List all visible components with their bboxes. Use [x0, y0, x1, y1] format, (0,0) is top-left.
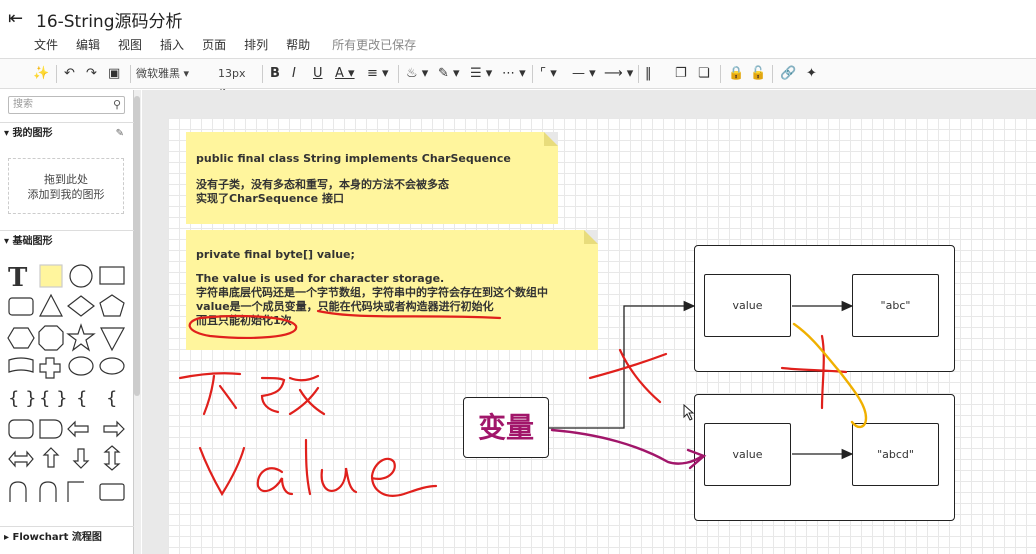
fill-color-icon[interactable]: ♨ ▾ — [406, 65, 428, 83]
search-icon[interactable]: ⚲ — [113, 97, 121, 113]
bold-icon[interactable]: B — [270, 65, 280, 83]
note-text: value是一个成员变量，只能在代码块或者构造器进行初始化 — [196, 300, 494, 313]
menu-edit[interactable]: 编辑 — [76, 36, 100, 53]
document-title[interactable]: 16-String源码分析 — [36, 7, 183, 32]
font-select[interactable]: 微软雅黑 ▾ — [136, 64, 206, 84]
svg-text:{: { — [106, 388, 117, 409]
bring-front-icon[interactable]: ❐ — [675, 65, 687, 83]
menu-view[interactable]: 视图 — [118, 36, 142, 53]
font-size-select[interactable]: 13px ⇵ — [218, 64, 258, 100]
sticky-note-class[interactable]: public final class String implements Cha… — [186, 132, 558, 224]
note-text: 实现了CharSequence 接口 — [196, 192, 344, 205]
svg-text:{ }: { } — [39, 388, 68, 409]
align-shapes-icon[interactable]: ‖ — [645, 65, 652, 83]
line-end-style-icon[interactable]: — ▾ — [572, 65, 596, 83]
save-status: 所有更改已保存 — [332, 38, 417, 52]
menu-help[interactable]: 帮助 — [286, 36, 310, 53]
font-color-icon[interactable]: A ▾ — [335, 65, 355, 83]
align-icon[interactable]: ≡ ▾ — [367, 65, 389, 83]
menu-arrange[interactable]: 排列 — [244, 36, 268, 53]
format-painter-icon[interactable]: ✨ — [33, 65, 49, 83]
magic-wand-icon[interactable]: ✦ — [806, 65, 817, 83]
string-box-abcd[interactable]: "abcd" — [852, 423, 939, 486]
toolbar: ✨ ↶ ↷ ▣ 微软雅黑 ▾ 13px ⇵ B I U A ▾ ≡ ▾ ♨ ▾ … — [0, 58, 1036, 100]
unlock-icon[interactable]: 🔓 — [750, 65, 766, 83]
note-text: 字符串底层代码还是一个字节数组，字符串中的字符会存在到这个数组中 — [196, 286, 548, 299]
note-text: public final class String implements Cha… — [196, 152, 511, 165]
note-text: private final byte[] value; — [196, 248, 355, 261]
svg-text:{ }: { } — [8, 388, 37, 409]
variable-box[interactable]: 变量 — [463, 397, 549, 458]
underline-icon[interactable]: U — [313, 65, 323, 83]
basic-shapes-grid[interactable]: T { } { } { { — [6, 262, 128, 522]
menu-page[interactable]: 页面 — [202, 36, 226, 53]
my-shapes-header[interactable]: ▾ 我的图形 ✎ — [0, 122, 134, 144]
shape-search-input[interactable]: 搜索 ⚲ — [8, 96, 125, 114]
note-text: 而且只能初始化1次 — [196, 314, 292, 327]
italic-icon[interactable]: I — [292, 65, 296, 83]
line-style-icon[interactable]: ⋯ ▾ — [502, 65, 526, 83]
line-color-icon[interactable]: ✎ ▾ — [438, 65, 460, 83]
svg-text:{: { — [76, 388, 87, 409]
connector-type-icon[interactable]: ⌜ ▾ — [540, 65, 557, 83]
send-back-icon[interactable]: ❏ — [698, 65, 710, 83]
string-box-abc[interactable]: "abc" — [852, 274, 939, 337]
basic-shapes-header[interactable]: ▾ 基础图形 — [0, 230, 134, 252]
svg-text:T: T — [8, 263, 28, 293]
link-icon[interactable]: 🔗 — [780, 65, 796, 83]
flowchart-header[interactable]: ▸ Flowchart 流程图 — [0, 526, 134, 548]
menu-insert[interactable]: 插入 — [160, 36, 184, 53]
note-text: 没有子类，没有多态和重写，本身的方法不会被多态 — [196, 178, 449, 191]
line-width-icon[interactable]: ☰ ▾ — [470, 65, 492, 83]
note-text: The value is used for character storage. — [196, 272, 445, 285]
sticky-note-value[interactable]: private final byte[] value; The value is… — [186, 230, 598, 350]
paint-format-icon[interactable]: ▣ — [108, 65, 120, 83]
title-bar: ⇤ 16-String源码分析 文件 编辑 视图 插入 页面 排列 帮助 所有更… — [0, 0, 1036, 58]
arrow-style-icon[interactable]: ⟶ ▾ — [604, 65, 633, 83]
shape-sidebar: 搜索 ⚲ ▾ 我的图形 ✎ 拖到此处 添加到我的图形 ▾ 基础图形 T { } {… — [0, 90, 134, 554]
value-box-bottom[interactable]: value — [704, 423, 791, 486]
value-box-top[interactable]: value — [704, 274, 791, 337]
back-arrow-icon[interactable]: ⇤ — [8, 8, 23, 29]
redo-icon[interactable]: ↷ — [86, 65, 97, 83]
my-shapes-drop-area[interactable]: 拖到此处 添加到我的图形 — [8, 158, 124, 214]
undo-icon[interactable]: ↶ — [64, 65, 75, 83]
menu-bar: 文件 编辑 视图 插入 页面 排列 帮助 所有更改已保存 — [34, 36, 434, 53]
lock-icon[interactable]: 🔒 — [728, 65, 744, 83]
edit-icon[interactable]: ✎ — [116, 123, 124, 145]
sidebar-scroll-thumb[interactable] — [134, 96, 140, 396]
menu-file[interactable]: 文件 — [34, 36, 58, 53]
